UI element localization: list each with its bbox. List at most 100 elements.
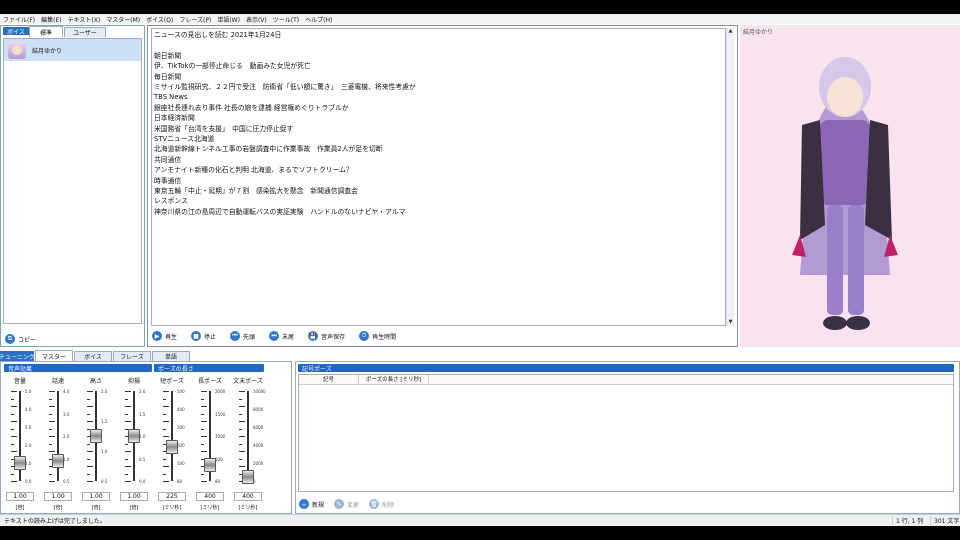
save-audio-icon: 💾 bbox=[308, 331, 319, 341]
slider-tick-label: 0.5 bbox=[63, 479, 70, 484]
slider-tick-label: 0.5 bbox=[101, 479, 108, 484]
tab-tuning-4[interactable]: 単語 bbox=[152, 351, 190, 361]
slider-knob[interactable] bbox=[166, 439, 178, 454]
menu-item-4[interactable]: ボイス(O) bbox=[146, 15, 173, 24]
menu-item-3[interactable]: マスター(M) bbox=[106, 15, 140, 24]
save-audio-button[interactable]: 💾 音声保存 bbox=[308, 331, 345, 341]
slider-knob[interactable] bbox=[128, 429, 140, 443]
slider-tick-label: 80 bbox=[215, 479, 221, 484]
slider-unit: [ミリ秒] bbox=[162, 505, 182, 511]
to-end-label: 末尾 bbox=[282, 333, 295, 341]
menu-item-5[interactable]: フレーズ(P) bbox=[179, 15, 211, 24]
menu-item-8[interactable]: ツール(T) bbox=[273, 15, 299, 24]
slider-value-input[interactable]: 225 bbox=[158, 492, 186, 501]
menu-item-6[interactable]: 単語(W) bbox=[217, 15, 240, 24]
symbol-pause-title: 記号ポーズ bbox=[298, 364, 954, 373]
slider-tick-label: 2.0 bbox=[139, 389, 146, 394]
delete-button[interactable]: 🗑 削除 bbox=[369, 499, 394, 509]
delete-icon: 🗑 bbox=[369, 499, 380, 509]
menu-item-1[interactable]: 編集(E) bbox=[41, 15, 61, 24]
slider-label: 長ポーズ bbox=[198, 378, 222, 385]
slider-1: 話速 4.0 3.0 2.0 1.0 0.5 1.00 [倍] bbox=[43, 376, 73, 516]
menu-item-2[interactable]: テキスト(X) bbox=[68, 15, 101, 24]
status-message: テキストの読み上げは完了しました。 bbox=[4, 518, 106, 525]
to-end-button[interactable]: ⏭ 末尾 bbox=[269, 331, 294, 341]
editor-line: 時事通信 bbox=[154, 176, 182, 185]
tab-tuning-1[interactable]: マスター bbox=[35, 350, 73, 361]
slider-track[interactable] bbox=[247, 391, 249, 481]
editor-line: 米国務省「台湾を支援」 中国に圧力停止促す bbox=[154, 124, 294, 133]
editor-line: 朝日新聞 bbox=[154, 51, 182, 60]
slider-knob[interactable] bbox=[242, 470, 254, 485]
slider-knob[interactable] bbox=[204, 457, 216, 472]
slider-knob[interactable] bbox=[90, 429, 102, 443]
character-illustration bbox=[792, 57, 898, 330]
editor-line: 毎日新聞 bbox=[154, 72, 182, 81]
slider-value-input[interactable]: 1.00 bbox=[6, 492, 34, 501]
column-header-symbol[interactable]: 記号 bbox=[299, 375, 359, 384]
tab-tuning-3[interactable]: フレーズ bbox=[113, 351, 151, 361]
slider-tick-label: 1.0 bbox=[101, 449, 108, 454]
menu-item-9[interactable]: ヘルプ(H) bbox=[305, 15, 332, 24]
new-icon: ＋ bbox=[299, 499, 309, 509]
slider-value-input[interactable]: 400 bbox=[196, 492, 224, 501]
slider-knob[interactable] bbox=[52, 454, 64, 469]
slider-label: 抑揚 bbox=[127, 378, 140, 385]
voice-item-yukari[interactable]: 結月ゆかり bbox=[4, 39, 141, 61]
slider-value-input[interactable]: 1.00 bbox=[120, 492, 148, 501]
slider-value-input[interactable]: 400 bbox=[234, 492, 262, 501]
to-start-button[interactable]: ⏮ 先頭 bbox=[230, 331, 255, 341]
tab-tuning-2[interactable]: ボイス bbox=[74, 351, 112, 361]
duration-button[interactable]: ⏱ 再生時間 bbox=[359, 331, 396, 341]
slider-6: 文末ポーズ 10000 8000 6000 4000 2000 0 400 [ミリ秒] bbox=[233, 376, 266, 516]
editor-line: 神奈川県の江の島周辺で自動運転バスの実証実験 ハンドルのないナビヤ・アルマ bbox=[154, 207, 406, 216]
edit-label: 変更 bbox=[347, 501, 360, 509]
new-label: 新規 bbox=[312, 501, 325, 509]
to-start-icon: ⏮ bbox=[230, 331, 241, 341]
slider-tick-label: 0.5 bbox=[139, 456, 146, 462]
voice-name: 結月ゆかり bbox=[32, 47, 63, 55]
slider-knob[interactable] bbox=[14, 456, 26, 470]
symbol-table[interactable]: 記号 ポーズの長さ [ミリ秒] bbox=[298, 374, 954, 492]
new-button[interactable]: ＋新規 bbox=[299, 499, 324, 509]
slider-unit: [ミリ秒] bbox=[200, 505, 220, 511]
slider-track[interactable] bbox=[171, 391, 173, 481]
editor-line: TBS News bbox=[154, 93, 188, 102]
menu-item-0[interactable]: ファイル(F) bbox=[3, 15, 35, 24]
slider-value-input[interactable]: 1.00 bbox=[44, 492, 72, 501]
text-editor[interactable]: ニュースの見出しを読む 2021年1月24日 朝日新聞 伊、TikTokの一部停止命… bbox=[151, 28, 726, 326]
tab-voice[interactable]: ボイス bbox=[3, 27, 29, 36]
tab-standard[interactable]: 標準 bbox=[29, 26, 63, 37]
edit-button[interactable]: ✎ 変更 bbox=[334, 499, 359, 509]
editor-line: 北海道新幹線トンネル工事の岩盤調査中に作業事故 作業員2人が足を切断 bbox=[154, 145, 383, 154]
copy-icon: ⧉ bbox=[5, 334, 15, 344]
slider-tick-label: 0.0 bbox=[139, 479, 146, 484]
editor-line: アンモナイト新種の化石と判明 北海道、まるでソフトクリーム？ bbox=[154, 166, 353, 175]
slider-unit: [ミリ秒] bbox=[238, 505, 258, 511]
menu-item-7[interactable]: 表示(V) bbox=[246, 15, 267, 24]
to-end-icon: ⏭ bbox=[269, 331, 280, 341]
symbol-pause-panel: 記号ポーズ 記号 ポーズの長さ [ミリ秒] ＋新規 ✎ 変更 🗑 削除 bbox=[295, 361, 960, 514]
slider-tick-label: 2000 bbox=[253, 461, 264, 466]
column-header-pause-length[interactable]: ポーズの長さ [ミリ秒] bbox=[359, 375, 429, 384]
slider-label: 文末ポーズ bbox=[233, 378, 263, 385]
slider-3: 抑揚 2.0 1.5 1.0 0.5 0.0 1.00 [倍] bbox=[119, 376, 149, 516]
tab-user[interactable]: ユーザー bbox=[64, 27, 106, 37]
pause-title: ポーズの長さ bbox=[154, 364, 264, 373]
voice-panel: ボイス 標準 ユーザー 結月ゆかり ⧉ コピー bbox=[0, 25, 145, 347]
slider-label: 高さ bbox=[89, 378, 102, 385]
copy-button[interactable]: ⧉ コピー bbox=[5, 334, 36, 344]
slider-ticks bbox=[163, 391, 169, 482]
slider-tick-label: 1000 bbox=[215, 434, 226, 439]
editor-line: 共同通信 bbox=[154, 155, 182, 164]
slider-tick-label: 3.0 bbox=[25, 425, 32, 430]
delete-label: 削除 bbox=[382, 501, 395, 509]
tab-tuning-0[interactable]: チューニング bbox=[0, 351, 35, 361]
stop-label: 停止 bbox=[204, 333, 217, 341]
editor-scrollbar[interactable]: ▲ ▼ bbox=[726, 28, 734, 326]
play-button[interactable]: ▶ 再生 bbox=[152, 331, 177, 341]
stop-icon: ■ bbox=[191, 331, 202, 341]
slider-value-input[interactable]: 1.00 bbox=[82, 492, 110, 501]
stop-button[interactable]: ■ 停止 bbox=[191, 331, 216, 341]
slider-unit: [倍] bbox=[129, 505, 139, 511]
